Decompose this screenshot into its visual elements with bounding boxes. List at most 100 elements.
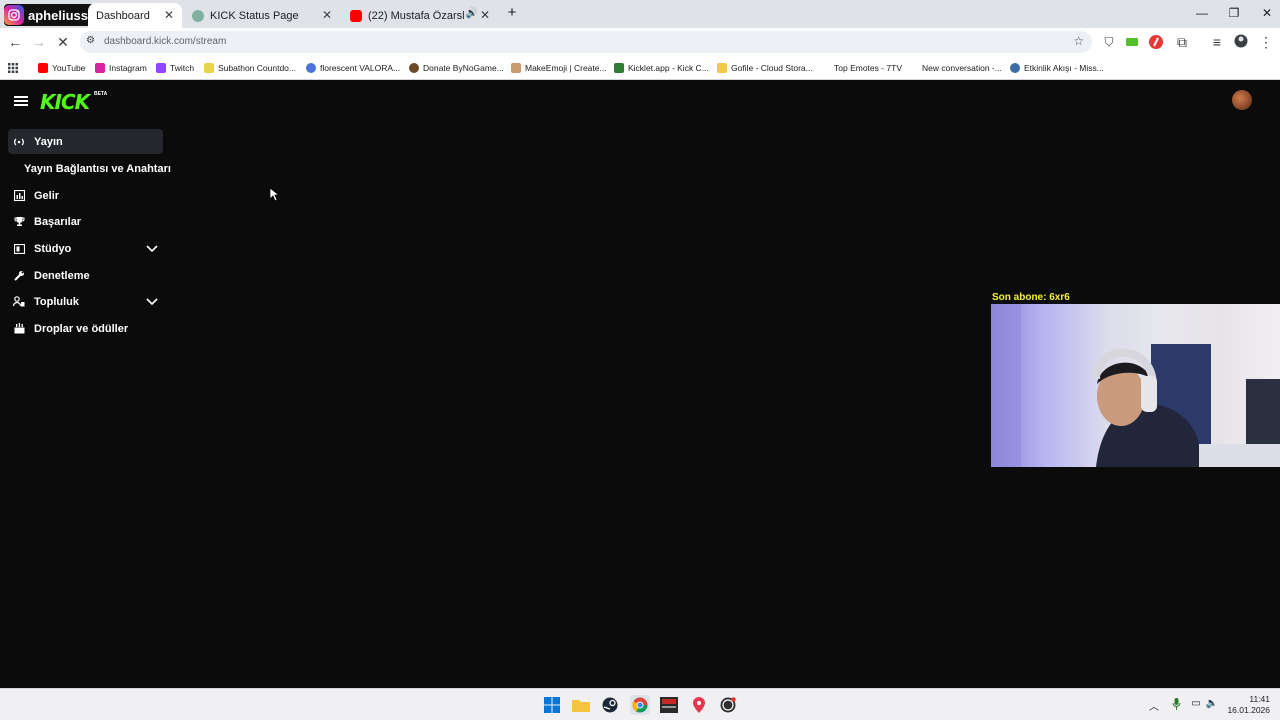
sidebar-subitem-stream-key[interactable]: Yayın Bağlantısı ve Anahtarı bbox=[24, 163, 171, 175]
tab-title: KICK Status Page bbox=[210, 9, 299, 22]
youtube-icon bbox=[38, 63, 48, 73]
sidebar-item-label: Stüdyo bbox=[34, 242, 72, 255]
minimize-icon[interactable]: — bbox=[1190, 5, 1214, 21]
bookmark-kicklet[interactable]: Kicklet.app - Kick C... bbox=[614, 61, 709, 75]
forward-icon[interactable]: → bbox=[31, 34, 47, 50]
menu-icon[interactable]: ⋮ bbox=[1258, 34, 1274, 50]
url-text: dashboard.kick.com/stream bbox=[104, 36, 227, 47]
obs-icon[interactable] bbox=[718, 695, 738, 715]
mouse-cursor-icon bbox=[269, 187, 281, 207]
avatar[interactable] bbox=[1232, 90, 1252, 110]
extension-red-icon[interactable] bbox=[1148, 34, 1164, 50]
close-icon[interactable]: ✕ bbox=[162, 8, 176, 22]
sidebar-item-denetleme[interactable]: Denetleme bbox=[8, 263, 163, 288]
sidebar-item-studyo[interactable]: Stüdyo bbox=[8, 236, 163, 261]
bookmark-makeemoji[interactable]: MakeEmoji | Create... bbox=[511, 61, 607, 75]
instagram-icon bbox=[4, 5, 24, 25]
instagram-username: apheliuss bbox=[28, 7, 88, 23]
sidebar-item-basarilar[interactable]: Başarılar bbox=[8, 209, 163, 234]
close-icon[interactable]: ✕ bbox=[478, 8, 492, 22]
system-clock[interactable]: 11:41 16.01.2026 bbox=[1227, 694, 1270, 716]
sidebar-item-label: Denetleme bbox=[34, 269, 90, 282]
chevron-down-icon[interactable] bbox=[145, 294, 159, 308]
bookmark-label: Twitch bbox=[170, 63, 195, 73]
kick-dashboard-page: KICK BETA Yayın Yayın Bağlantısı ve Anah… bbox=[0, 80, 1280, 688]
bookmark-label: New conversation -... bbox=[922, 63, 1002, 73]
clock-time: 11:41 bbox=[1249, 694, 1270, 704]
chrome-icon[interactable] bbox=[630, 695, 650, 715]
steam-icon[interactable] bbox=[600, 695, 620, 715]
sidebar-item-label: Droplar ve ödüller bbox=[34, 322, 129, 335]
subathon-icon bbox=[204, 63, 214, 73]
sidebar-item-gelir[interactable]: Gelir bbox=[8, 183, 163, 208]
tab-title: (22) Mustafa Özarslan - Ara bbox=[368, 9, 464, 22]
restore-icon[interactable]: ❐ bbox=[1222, 5, 1246, 21]
bookmark-donate[interactable]: Donate ByNoGame... bbox=[409, 61, 504, 75]
bookmark-label: Kicklet.app - Kick C... bbox=[628, 63, 709, 73]
studio-icon bbox=[12, 242, 26, 256]
instagram-overlay: apheliuss bbox=[4, 4, 94, 26]
tab-kick-status[interactable]: KICK Status Page ✕ bbox=[184, 3, 340, 28]
bookmark-7tv[interactable]: Top Emotes - 7TV bbox=[834, 61, 902, 75]
youtube-icon bbox=[350, 9, 362, 22]
bookmark-label: Gofile - Cloud Stora... bbox=[731, 63, 813, 73]
hamburger-menu-icon[interactable] bbox=[14, 96, 28, 106]
speaker-icon[interactable]: 🔊 bbox=[466, 8, 478, 19]
stop-icon[interactable]: ✕ bbox=[55, 34, 71, 50]
bookmark-label: Subathon Countdo... bbox=[218, 63, 296, 73]
media-control-icon[interactable]: ≡ bbox=[1209, 34, 1225, 50]
bookmark-etkinlik[interactable]: Etkinlik Akışı - Miss... bbox=[1010, 61, 1104, 75]
tab-title: Dashboard bbox=[96, 9, 150, 22]
bookmark-label: Top Emotes - 7TV bbox=[834, 63, 903, 73]
users-icon bbox=[12, 295, 26, 309]
instagram-icon bbox=[95, 63, 105, 73]
apps-icon[interactable] bbox=[8, 61, 18, 75]
microphone-icon[interactable] bbox=[1169, 698, 1183, 712]
broadcast-icon bbox=[12, 135, 26, 149]
bookmark-star-icon[interactable]: ☆ bbox=[1073, 34, 1084, 48]
trophy-icon bbox=[12, 215, 26, 229]
sidebar-item-topluluk[interactable]: Topluluk bbox=[8, 289, 163, 314]
tab-youtube[interactable]: (22) Mustafa Özarslan - Ara 🔊 ✕ bbox=[342, 3, 498, 28]
kick-logo[interactable]: KICK bbox=[40, 90, 90, 114]
bookmark-new-conversation[interactable]: New conversation -... bbox=[922, 61, 1002, 75]
new-tab-button[interactable]: + bbox=[500, 5, 524, 21]
gear-icon bbox=[306, 63, 316, 73]
chart-icon bbox=[12, 189, 26, 203]
wrench-icon bbox=[12, 269, 26, 283]
bookmark-youtube[interactable]: YouTube bbox=[38, 61, 85, 75]
sidebar-item-label: Topluluk bbox=[34, 295, 80, 308]
bookmark-label: Etkinlik Akışı - Miss... bbox=[1024, 63, 1104, 73]
bookmark-instagram[interactable]: Instagram bbox=[95, 61, 147, 75]
network-icon[interactable]: ▭ bbox=[1189, 698, 1203, 712]
webcam-figure bbox=[991, 304, 1280, 467]
twitch-icon bbox=[156, 63, 166, 73]
tab-dashboard[interactable]: Dashboard ✕ bbox=[88, 3, 182, 28]
bookmark-label: MakeEmoji | Create... bbox=[525, 63, 607, 73]
map-pin-icon[interactable] bbox=[689, 695, 709, 715]
bookmark-twitch[interactable]: Twitch bbox=[156, 61, 194, 75]
windows-start-icon[interactable] bbox=[542, 695, 562, 715]
extensions-icon[interactable]: ⧉ bbox=[1174, 34, 1190, 50]
chevron-down-icon[interactable] bbox=[145, 241, 159, 255]
shield-icon[interactable]: ⛉ bbox=[1101, 34, 1117, 50]
file-explorer-icon[interactable] bbox=[571, 695, 591, 715]
bookmarks-bar: YouTube Instagram Twitch Subathon Countd… bbox=[0, 56, 1280, 80]
bookmark-label: florescent VALORA... bbox=[320, 63, 401, 73]
profile-icon[interactable] bbox=[1233, 34, 1249, 50]
bookmark-subathon[interactable]: Subathon Countdo... bbox=[204, 61, 296, 75]
site-info-icon[interactable]: ⚙ bbox=[86, 35, 95, 46]
extension-battery-icon[interactable] bbox=[1125, 34, 1141, 50]
volume-icon[interactable]: 🔈 bbox=[1205, 698, 1219, 712]
bookmark-gofile[interactable]: Gofile - Cloud Stora... bbox=[717, 61, 813, 75]
back-icon[interactable]: ← bbox=[7, 34, 23, 50]
close-icon[interactable]: ✕ bbox=[320, 8, 334, 22]
tray-chevron-up-icon[interactable]: ︿ bbox=[1147, 698, 1161, 713]
sidebar-item-droplar[interactable]: Droplar ve ödüller bbox=[8, 316, 163, 341]
sidebar-item-yayin[interactable]: Yayın bbox=[8, 129, 163, 154]
status-page-icon bbox=[192, 9, 204, 22]
bookmark-valorant[interactable]: florescent VALORA... bbox=[306, 61, 400, 75]
address-bar[interactable]: ⚙ dashboard.kick.com/stream ☆ bbox=[80, 31, 1092, 53]
streamer-app-icon[interactable] bbox=[659, 695, 679, 715]
close-window-icon[interactable]: ✕ bbox=[1255, 5, 1279, 21]
